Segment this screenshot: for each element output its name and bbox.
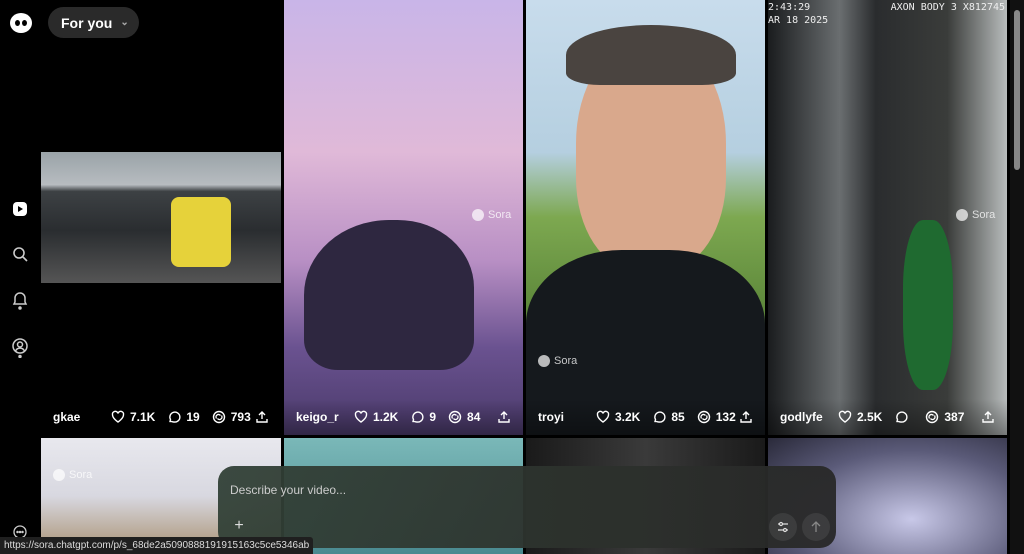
username-link[interactable]: gkae <box>53 410 99 424</box>
like-count: 2.5K <box>857 410 883 424</box>
sora-watermark: Sora <box>538 355 577 367</box>
share-icon[interactable] <box>497 410 511 424</box>
sora-watermark: Sora <box>956 209 995 221</box>
bodycam-date: AR 18 2025 <box>768 15 829 26</box>
comment-count: 9 <box>429 410 437 424</box>
scrollbar-thumb[interactable] <box>1014 10 1020 170</box>
sora-watermark: Sora <box>472 209 511 221</box>
comment-count: 85 <box>671 410 685 424</box>
remix-count: 387 <box>944 410 965 424</box>
add-attachment-button[interactable]: + <box>225 512 253 540</box>
video-stats: troyi 3.2K 85 132 <box>526 399 765 435</box>
remix-icon <box>926 410 939 424</box>
bell-icon[interactable] <box>10 290 30 310</box>
like-button[interactable]: 1.2K <box>354 410 398 424</box>
video-card[interactable]: gkae 7.1K 19 793 <box>41 0 281 435</box>
heart-icon <box>596 410 610 423</box>
heart-icon <box>838 410 852 423</box>
remix-count: 132 <box>715 410 736 424</box>
like-count: 3.2K <box>615 410 641 424</box>
username-link[interactable]: godlyfe <box>780 410 826 424</box>
comment-icon <box>412 411 424 423</box>
status-bar-url: https://sora.chatgpt.com/p/s_68de2a50908… <box>0 537 314 554</box>
heart-icon <box>354 410 368 423</box>
scrollbar[interactable] <box>1010 0 1024 554</box>
comment-button[interactable] <box>894 410 913 424</box>
arrow-up-icon[interactable] <box>802 513 830 541</box>
remix-button[interactable]: 84 <box>448 410 480 424</box>
video-stats: keigo_r 1.2K 9 84 <box>284 399 523 435</box>
like-button[interactable]: 2.5K <box>838 410 882 424</box>
video-thumbnail <box>304 220 474 370</box>
remix-count: 84 <box>467 410 481 424</box>
share-icon[interactable] <box>739 410 753 424</box>
chevron-down-icon: ⌄ <box>120 17 129 28</box>
share-icon[interactable] <box>255 410 269 424</box>
sliders-icon[interactable] <box>769 513 797 541</box>
video-card[interactable]: 2:43:29 AR 18 2025 AXON BODY 3 X812745 S… <box>768 0 1007 435</box>
username-link[interactable]: troyi <box>538 410 584 424</box>
comment-button[interactable]: 9 <box>410 410 436 424</box>
search-icon[interactable] <box>10 244 30 264</box>
prompt-input[interactable] <box>230 483 730 497</box>
sidebar <box>0 0 40 554</box>
comment-button[interactable]: 85 <box>652 410 685 424</box>
prompt-composer: + <box>218 466 836 548</box>
heart-icon <box>111 410 125 423</box>
remix-button[interactable]: 387 <box>925 410 964 424</box>
comment-button[interactable]: 19 <box>167 410 200 424</box>
profile-icon[interactable] <box>10 338 30 358</box>
remix-icon <box>448 410 462 424</box>
remix-count: 793 <box>230 410 251 424</box>
remix-button[interactable]: 132 <box>697 410 736 424</box>
play-icon[interactable] <box>10 199 30 219</box>
remix-icon <box>212 410 225 424</box>
like-count: 7.1K <box>130 410 156 424</box>
video-card[interactable]: Sora keigo_r 1.2K 9 84 <box>284 0 523 435</box>
bodycam-time: 2:43:29 <box>768 2 811 13</box>
video-thumbnail <box>903 220 953 390</box>
video-stats: gkae 7.1K 19 793 <box>41 399 281 435</box>
comment-icon <box>896 411 908 423</box>
video-card[interactable]: Sora troyi 3.2K 85 132 <box>526 0 765 435</box>
feed-filter-label: For you <box>61 14 113 31</box>
bodycam-device: AXON BODY 3 X812745 <box>890 2 1005 13</box>
remix-icon <box>697 410 710 424</box>
like-count: 1.2K <box>373 410 399 424</box>
plus-icon: + <box>234 517 244 534</box>
share-icon[interactable] <box>981 410 995 424</box>
like-button[interactable]: 7.1K <box>111 410 155 424</box>
username-link[interactable]: keigo_r <box>296 410 342 424</box>
comment-count: 19 <box>186 410 200 424</box>
sora-watermark: Sora <box>53 469 92 481</box>
video-thumbnail <box>41 152 281 283</box>
sora-logo-icon[interactable] <box>10 13 32 33</box>
video-stats: godlyfe 2.5K 387 <box>768 399 1007 435</box>
feed-filter-dropdown[interactable]: For you ⌄ <box>48 7 139 38</box>
comment-icon <box>169 411 181 423</box>
remix-button[interactable]: 793 <box>212 410 251 424</box>
comment-icon <box>654 411 666 423</box>
like-button[interactable]: 3.2K <box>596 410 640 424</box>
